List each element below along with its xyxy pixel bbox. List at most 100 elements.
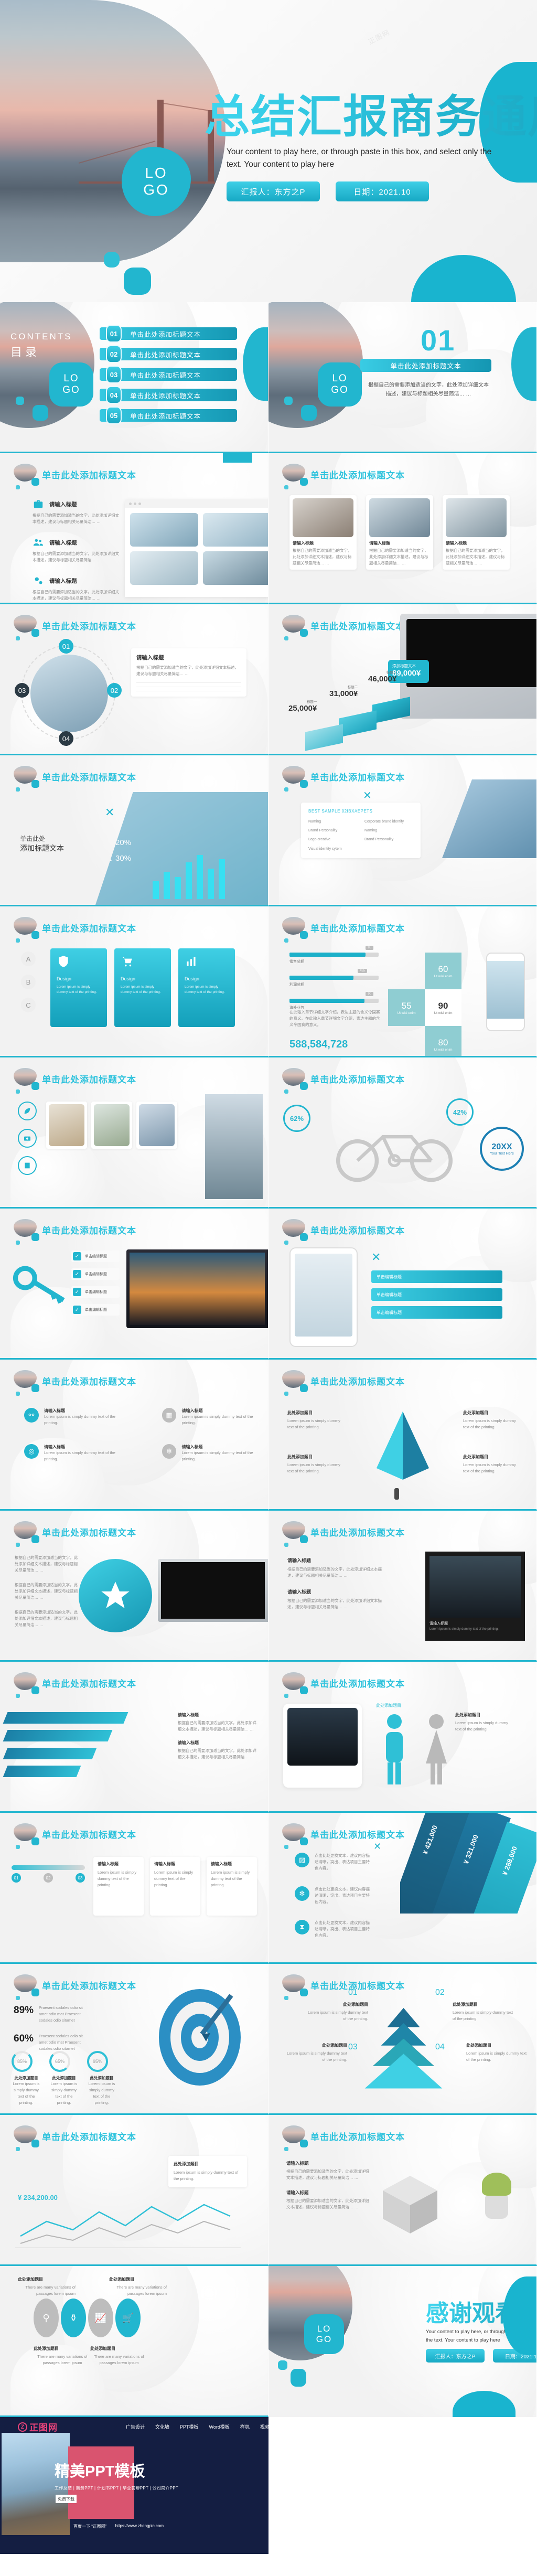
icon-grid-item[interactable]: ◎ 请输入标题 Lorem ipsum is simply dummy text … <box>24 1444 131 1462</box>
cover-date-pill[interactable]: 日期：2021.10 <box>336 181 429 201</box>
step-badge-02[interactable]: 02 <box>107 683 122 698</box>
circle-icon[interactable] <box>18 1156 37 1175</box>
step-badge-04[interactable]: 04 <box>59 731 73 746</box>
target-desc: Praesent sodales odio sit amet odio mat … <box>39 2005 83 2023</box>
nav-item-mockup[interactable]: 样机 <box>240 2423 250 2430</box>
icon-grid-item[interactable]: ▦ 请输入标题 Lorem ipsum is simply dummy text … <box>162 1408 268 1426</box>
person-male-icon <box>386 1714 403 1784</box>
circle-icon[interactable] <box>18 1102 37 1120</box>
header-badge-icon <box>282 1370 308 1396</box>
site-url[interactable]: https://www.zhengpic.com <box>115 2524 164 2529</box>
icon-grid-item[interactable]: ✻ 请输入标题 Lorem ipsum is simply dummy text … <box>162 1444 268 1462</box>
toc-item-2[interactable]: 02 单击此处添加标题文本 <box>100 345 237 363</box>
stat-caption: Ut wisi enim <box>434 1011 453 1015</box>
tablet-mock <box>289 1247 358 1347</box>
teal-list-row[interactable]: 单击编辑标题 <box>371 1306 502 1319</box>
stat-caption: Ut wisi enim <box>434 974 453 978</box>
person-female-icon <box>426 1714 447 1784</box>
slide-title: 单击此处添加标题文本 <box>42 923 136 934</box>
toc-item-1[interactable]: 01 单击此处添加标题文本 <box>100 325 237 343</box>
icon-note[interactable]: ✻ 点击此处更换文本，建议内容描述清晰，突出、表达项目主要特色内容。 <box>295 1886 372 1905</box>
slide-photo-cards: 单击此处添加标题文本 请输入标题 根据自己的需要添加适当的文字，此处添加详细文本… <box>268 453 537 604</box>
search-person-icon[interactable]: ⚲ <box>34 2299 59 2337</box>
teal-arc <box>223 453 252 463</box>
checklist-item[interactable]: ✓ 单击编辑标题 <box>71 1250 120 1262</box>
nav-item-video[interactable]: 视频 <box>260 2423 270 2430</box>
photo-card[interactable]: 请输入标题 根据自己的需要添加适当的文字，此处添加详细文本描述，建议与标题相关尽… <box>289 495 357 570</box>
toc-item-label: 单击此处添加标题文本 <box>130 351 201 359</box>
scale-badge: 03 <box>76 1873 85 1883</box>
donut-body: Lorem ipsum is simply dummy text of the … <box>13 2081 40 2105</box>
icon-note[interactable]: ⧗ 点击此处更换文本，建议内容描述清晰，突出、表达项目主要特色内容。 <box>295 1920 372 1939</box>
toc-item-3[interactable]: 03 单击此处添加标题文本 <box>100 366 237 383</box>
photo-card[interactable]: 请输入标题 根据自己的需要添加适当的文字，此处添加详细文本描述，建议与标题相关尽… <box>443 495 510 570</box>
nav-item-ppt[interactable]: PPT模板 <box>180 2423 199 2430</box>
slide-toc: CONTENTS 目录 LO GO 01 单击此处添加标题文本 02 单击此处添… <box>0 302 268 453</box>
slide-title: 单击此处添加标题文本 <box>310 1074 405 1085</box>
feature-item[interactable]: 请输入标题 根据自己的需要添加适当的文字，此处添加详细文本描述，建议与标题相关尽… <box>33 498 122 525</box>
photo-card[interactable] <box>46 1102 87 1149</box>
donut-item: 65% 此处添加题目 Lorem ipsum is simply dummy t… <box>49 2051 79 2106</box>
checklist-item[interactable]: ✓ 单击编辑标题 <box>71 1268 120 1280</box>
teal-card[interactable]: Design Lorem ipsum is simply dummy text … <box>114 948 171 1027</box>
header-badge-icon <box>14 615 39 640</box>
toc-caption: CONTENTS 目录 <box>10 332 72 360</box>
icon-note-body: 点击此处更换文本，建议内容描述清晰，突出、表达项目主要特色内容。 <box>315 1887 370 1904</box>
cover-dot-small <box>104 252 120 268</box>
cube-icon <box>383 2176 437 2233</box>
teal-card[interactable]: Design Lorem ipsum is simply dummy text … <box>50 948 107 1027</box>
nav-item-culture-wall[interactable]: 文化墙 <box>155 2423 169 2430</box>
close-icon: ✕ <box>371 1250 381 1264</box>
free-download-button[interactable]: 免费下载 <box>56 2495 77 2503</box>
ppt-template-preview-page: LO GO 总结汇报商务通用 Your content to play here… <box>0 0 537 2554</box>
person-icon[interactable]: ⚱ <box>61 2299 86 2337</box>
chart-growth-icon[interactable]: 📈 <box>88 2299 113 2337</box>
angled-bar <box>3 1766 81 1777</box>
white-card[interactable]: 请输入标题 Lorem ipsum is simply dummy text o… <box>150 1857 200 1916</box>
letter-badge-b: B <box>21 975 36 989</box>
circle-icon[interactable] <box>18 1129 37 1148</box>
photo-row <box>46 1102 177 1149</box>
cart-icon[interactable]: 🛒 <box>115 2299 141 2337</box>
checklist-item[interactable]: ✓ 单击编辑标题 <box>71 1304 120 1316</box>
slide-header: 单击此处添加标题文本 <box>282 1521 405 1547</box>
photo-card[interactable] <box>91 1102 132 1149</box>
rise-pct: 30% <box>115 854 132 863</box>
icon-note-body: 点击此处更换文本，建议内容描述清晰，突出、表达项目主要特色内容。 <box>315 1920 370 1938</box>
toc-item-4[interactable]: 04 单击此处添加标题文本 <box>100 386 237 404</box>
nav-item-word[interactable]: Word模板 <box>209 2423 230 2430</box>
white-card[interactable]: 请输入标题 Lorem ipsum is simply dummy text o… <box>93 1857 144 1916</box>
toc-item-5[interactable]: 05 单击此处添加标题文本 <box>100 407 237 424</box>
building-icon <box>25 1162 30 1169</box>
section-title-bar[interactable]: 单击此处添加标题文本 <box>360 359 491 372</box>
icon-note[interactable]: ▨ 点击此处更换文本，建议内容描述清晰，突出、表达项目主要特色内容。 <box>295 1853 372 1872</box>
step-number-03: 03 <box>348 2043 358 2051</box>
currency-label: 标题二 <box>347 686 358 689</box>
slide-header: 单击此处添加标题文本 <box>14 1823 136 1849</box>
header-badge-icon <box>282 917 308 943</box>
photo-card[interactable] <box>136 1102 177 1149</box>
teal-list-row[interactable]: 单击编辑标题 <box>371 1270 502 1283</box>
icon-grid-item[interactable]: ⚯ 请输入标题 Lorem ipsum is simply dummy text … <box>24 1408 131 1426</box>
section-number: 01 <box>421 324 456 357</box>
toc-item-label: 单击此处添加标题文本 <box>130 392 201 400</box>
slide-header: 单击此处添加标题文本 <box>282 766 405 792</box>
progress-row: 455 利润总额 <box>289 969 379 987</box>
nav-item-ads[interactable]: 广告设计 <box>126 2423 145 2430</box>
footer-headline: 精美PPT模板 <box>55 2463 145 2480</box>
step-badge-03[interactable]: 03 <box>15 683 29 698</box>
teal-card[interactable]: Design Lorem ipsum is simply dummy text … <box>178 948 235 1027</box>
site-logo[interactable]: Z 正图网 <box>18 2420 58 2433</box>
slide-title: 单击此处添加标题文本 <box>42 1679 136 1689</box>
feature-item[interactable]: 请输入标题 根据自己的需要添加适当的文字，此处添加详细文本描述，建议与标题相关尽… <box>33 537 122 563</box>
thanks-presenter-pill[interactable]: 汇报人：东方之P <box>426 2349 485 2363</box>
step-badge-01[interactable]: 01 <box>59 639 73 654</box>
checklist-item[interactable]: ✓ 单击编辑标题 <box>71 1286 120 1298</box>
teal-list-row[interactable]: 单击编辑标题 <box>371 1288 502 1301</box>
stat-tile-grid: 60 Ut wisi enim 55 Ut wisi enim 90 Ut wi… <box>388 953 461 1056</box>
white-card[interactable]: 请输入标题 Lorem ipsum is simply dummy text o… <box>207 1857 257 1916</box>
feature-item[interactable]: 请输入标题 根据自己的需要添加适当的文字，此处添加详细文本描述，建议与标题相关尽… <box>33 575 122 602</box>
slide-header: 单击此处添加标题文本 <box>282 1219 405 1245</box>
cover-presenter-pill[interactable]: 汇报人：东方之P <box>227 181 320 201</box>
photo-card[interactable]: 请输入标题 根据自己的需要添加适当的文字，此处添加详细文本描述，建议与标题相关尽… <box>366 495 433 570</box>
